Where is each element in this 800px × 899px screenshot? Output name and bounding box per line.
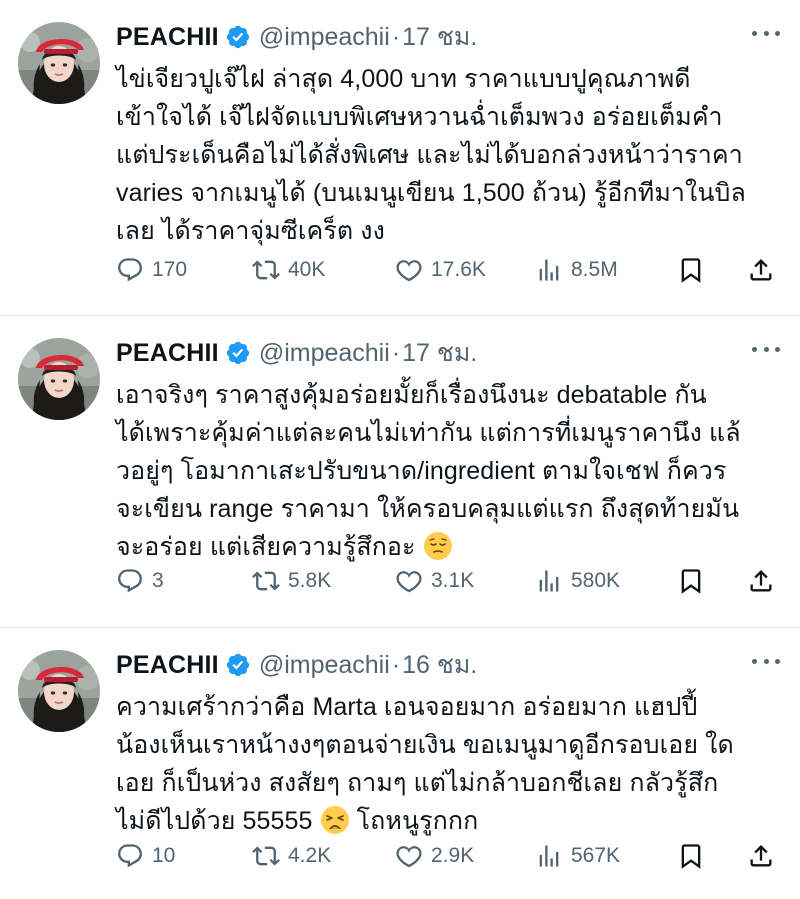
reply-button[interactable]: 3 xyxy=(116,567,252,595)
retweet-icon xyxy=(252,567,280,595)
share-button[interactable] xyxy=(747,256,777,284)
tweet-text: เอาจริงๆ ราคาสูงคุ้มอร่อยมั้ยก็เรื่องนึง… xyxy=(116,376,776,566)
retweet-count: 4.2K xyxy=(288,844,332,867)
like-icon xyxy=(395,567,423,595)
avatar[interactable] xyxy=(18,650,100,732)
views-icon xyxy=(535,256,563,284)
tweet-header: PEACHII @impeachii · 17 ชม. xyxy=(116,336,477,370)
weary-face-emoji xyxy=(320,805,350,835)
like-button[interactable]: 2.9K xyxy=(395,842,535,870)
reply-count: 170 xyxy=(152,258,188,281)
display-name[interactable]: PEACHII xyxy=(116,23,219,52)
tweet[interactable]: PEACHII @impeachii · 17 ชม. ไข่เจียวปูเจ… xyxy=(0,0,800,316)
share-icon xyxy=(747,842,775,870)
tweet-text-tail: โถหนูรูกกก xyxy=(356,807,479,835)
verified-badge-icon xyxy=(225,340,251,366)
view-count: 580K xyxy=(571,569,621,592)
like-icon xyxy=(395,842,423,870)
views-button[interactable]: 8.5M xyxy=(535,256,677,284)
retweet-icon xyxy=(252,842,280,870)
avatar[interactable] xyxy=(18,22,100,104)
tweet-header: PEACHII @impeachii · 17 ชม. xyxy=(116,20,477,54)
retweet-button[interactable]: 5.8K xyxy=(252,567,395,595)
timestamp[interactable]: 16 ชม. xyxy=(402,645,477,685)
reply-count: 3 xyxy=(152,569,164,592)
verified-badge-icon xyxy=(225,24,251,50)
timestamp[interactable]: 17 ชม. xyxy=(402,17,477,57)
reply-icon xyxy=(116,842,144,870)
separator-dot: · xyxy=(391,22,401,51)
views-button[interactable]: 567K xyxy=(535,842,677,870)
tweet-text: ความเศร้ากว่าคือ Marta เอนจอยมาก อร่อยมา… xyxy=(116,688,776,840)
share-icon xyxy=(747,567,775,595)
retweet-count: 5.8K xyxy=(288,569,332,592)
bookmark-button[interactable] xyxy=(677,567,747,595)
more-icon[interactable] xyxy=(752,342,780,356)
separator-dot: · xyxy=(391,650,401,679)
retweet-button[interactable]: 4.2K xyxy=(252,842,395,870)
bookmark-icon xyxy=(677,567,705,595)
retweet-count: 40K xyxy=(288,258,326,281)
retweet-icon xyxy=(252,256,280,284)
views-icon xyxy=(535,842,563,870)
more-icon[interactable] xyxy=(752,654,780,668)
bookmark-button[interactable] xyxy=(677,256,747,284)
like-icon xyxy=(395,256,423,284)
like-count: 3.1K xyxy=(431,569,475,592)
display-name[interactable]: PEACHII xyxy=(116,339,219,368)
bookmark-button[interactable] xyxy=(677,842,747,870)
reply-button[interactable]: 170 xyxy=(116,256,252,284)
tweet-header: PEACHII @impeachii · 16 ชม. xyxy=(116,648,477,682)
tweet-actions: 3 5.8K 3.1K 580K xyxy=(116,564,786,598)
reply-icon xyxy=(116,256,144,284)
user-handle[interactable]: @impeachii xyxy=(259,23,390,52)
tweet-actions: 10 4.2K 2.9K 567K xyxy=(116,839,786,873)
pensive-face-emoji xyxy=(423,531,453,561)
reply-count: 10 xyxy=(152,844,176,867)
verified-badge-icon xyxy=(225,652,251,678)
tweet-actions: 170 40K 17.6K 8.5M xyxy=(116,253,786,287)
reply-icon xyxy=(116,567,144,595)
bookmark-icon xyxy=(677,256,705,284)
share-button[interactable] xyxy=(747,842,777,870)
views-button[interactable]: 580K xyxy=(535,567,677,595)
like-count: 2.9K xyxy=(431,844,475,867)
tweet-text: ไข่เจียวปูเจ๊ไฝ ล่าสุด 4,000 บาท ราคาแบบ… xyxy=(116,65,746,245)
view-count: 567K xyxy=(571,844,621,867)
separator-dot: · xyxy=(391,338,401,367)
views-icon xyxy=(535,567,563,595)
tweet[interactable]: PEACHII @impeachii · 16 ชม. ความเศร้ากว่… xyxy=(0,628,800,899)
share-button[interactable] xyxy=(747,567,777,595)
timestamp[interactable]: 17 ชม. xyxy=(402,333,477,373)
view-count: 8.5M xyxy=(571,258,618,281)
retweet-button[interactable]: 40K xyxy=(252,256,395,284)
user-handle[interactable]: @impeachii xyxy=(259,339,390,368)
avatar[interactable] xyxy=(18,338,100,420)
tweet[interactable]: PEACHII @impeachii · 17 ชม. เอาจริงๆ ราค… xyxy=(0,316,800,628)
like-count: 17.6K xyxy=(431,258,486,281)
like-button[interactable]: 17.6K xyxy=(395,256,535,284)
like-button[interactable]: 3.1K xyxy=(395,567,535,595)
user-handle[interactable]: @impeachii xyxy=(259,651,390,680)
display-name[interactable]: PEACHII xyxy=(116,651,219,680)
share-icon xyxy=(747,256,775,284)
bookmark-icon xyxy=(677,842,705,870)
reply-button[interactable]: 10 xyxy=(116,842,252,870)
more-icon[interactable] xyxy=(752,26,780,40)
